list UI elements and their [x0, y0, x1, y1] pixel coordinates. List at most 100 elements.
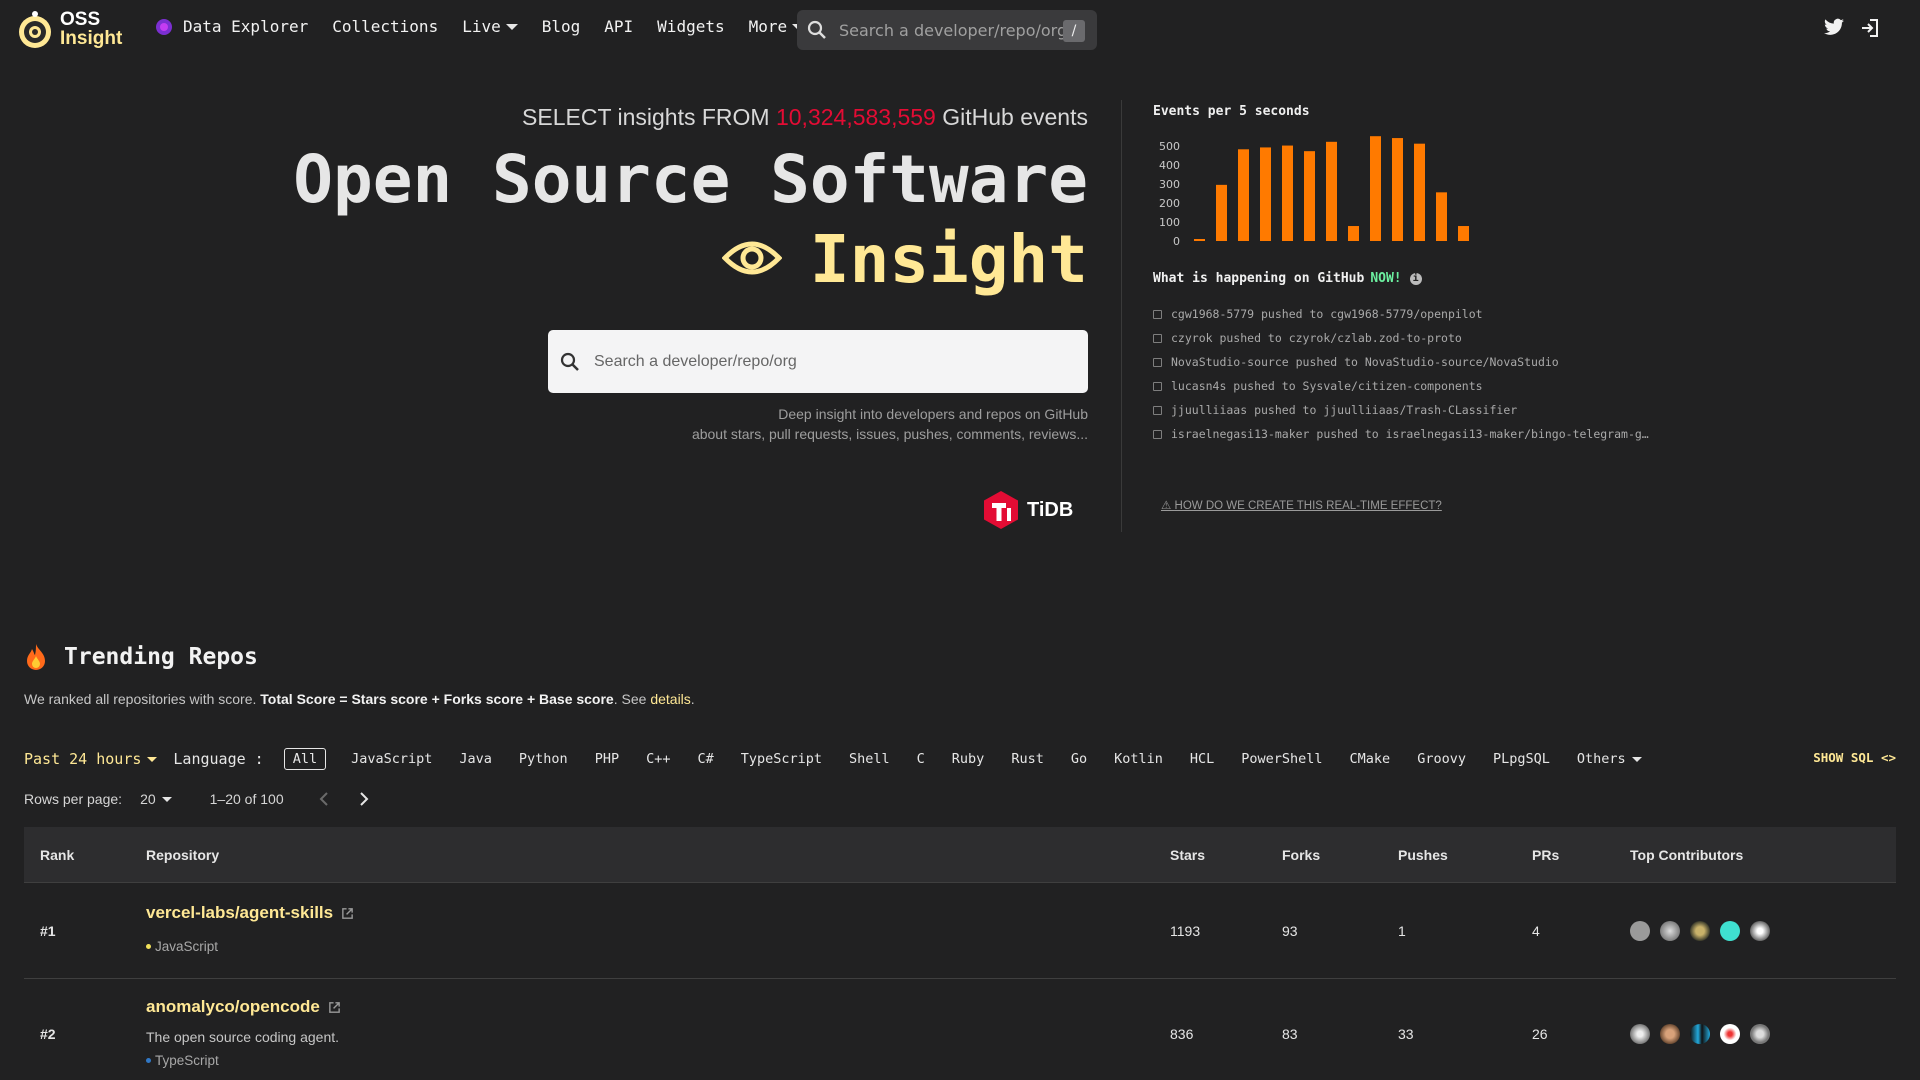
page-range: 1–20 of 100: [209, 791, 284, 807]
nav-data-explorer[interactable]: Data Explorer: [183, 17, 308, 36]
chevron-left-icon: [319, 792, 328, 806]
language-filter-python[interactable]: Python: [511, 749, 576, 769]
repo-link[interactable]: vercel-labs/agent-skills: [146, 903, 354, 923]
push-event-icon: [1153, 333, 1162, 343]
y-tick-label: 0: [1173, 235, 1180, 248]
realtime-effect-link[interactable]: ⚠ HOW DO WE CREATE THIS REAL-TIME EFFECT…: [1161, 498, 1442, 512]
tagline-pre: SELECT insights FROM: [522, 104, 770, 130]
avatar[interactable]: [1690, 920, 1710, 941]
details-link[interactable]: details: [650, 691, 690, 707]
event-bar: [1326, 141, 1337, 241]
language-filter-rust[interactable]: Rust: [1003, 749, 1052, 769]
event-bar: [1260, 147, 1271, 241]
col-rank: Rank: [40, 846, 75, 863]
forks: 93: [1282, 922, 1298, 939]
next-page-button[interactable]: [354, 789, 374, 809]
tidb-link[interactable]: TiDB: [983, 490, 1073, 530]
avatar[interactable]: [1660, 920, 1680, 941]
event-bar: [1216, 184, 1227, 241]
logo-text-oss: OSS: [60, 9, 101, 30]
col-stars: Stars: [1170, 846, 1206, 863]
avatar[interactable]: [1720, 1023, 1740, 1044]
language-filter-c[interactable]: C: [909, 749, 933, 769]
avatar[interactable]: [1690, 1023, 1710, 1044]
chevron-down-icon: [161, 796, 172, 802]
table-header: Rank Repository Stars Forks Pushes PRs T…: [24, 827, 1896, 883]
fire-icon: [27, 644, 45, 670]
live-event-item[interactable]: NovaStudio-source pushed to NovaStudio-s…: [1153, 350, 1673, 374]
repo-language: TypeScript: [146, 1053, 341, 1068]
nav-live[interactable]: Live: [462, 17, 518, 36]
nav-widgets[interactable]: Widgets: [657, 17, 724, 36]
col-pushes: Pushes: [1398, 846, 1448, 863]
table-row: #1 vercel-labs/agent-skills JavaScript 1…: [24, 883, 1896, 979]
avatar[interactable]: [1720, 920, 1740, 941]
rows-per-page-value: 20: [140, 791, 156, 807]
live-event-text: NovaStudio-source pushed to NovaStudio-s…: [1171, 355, 1559, 369]
live-event-item[interactable]: israelnegasi13-maker pushed to israelneg…: [1153, 422, 1673, 446]
search-icon: [807, 20, 826, 39]
prev-page-button[interactable]: [314, 789, 334, 809]
event-bar: [1238, 149, 1249, 241]
language-filter-hcl[interactable]: HCL: [1182, 749, 1222, 769]
avatar[interactable]: [1750, 920, 1770, 941]
language-filter-java[interactable]: Java: [451, 749, 500, 769]
language-filter-others-label: Others: [1576, 751, 1626, 767]
chevron-down-icon: [147, 756, 158, 762]
twitter-icon[interactable]: [1824, 18, 1844, 36]
trending-title-text: Trending Repos: [64, 644, 258, 670]
language-filter-groovy[interactable]: Groovy: [1409, 749, 1474, 769]
live-events-list: cgw1968-5779 pushed to cgw1968-5779/open…: [1153, 302, 1673, 446]
live-event-item[interactable]: jjuulliiaas pushed to jjuulliiaas/Trash-…: [1153, 398, 1673, 422]
rows-per-page-select[interactable]: 20: [140, 791, 172, 807]
show-sql-button[interactable]: SHOW SQL <>: [1813, 750, 1896, 765]
code-icon: <>: [1880, 750, 1896, 765]
trending-desc-end: .: [690, 691, 695, 707]
data-explorer-icon: [156, 18, 172, 35]
event-bar: [1392, 138, 1403, 241]
language-filter-all[interactable]: All: [283, 748, 327, 770]
nav-more[interactable]: More: [749, 17, 805, 36]
language-filter-powershell[interactable]: PowerShell: [1233, 749, 1330, 769]
login-icon[interactable]: [1860, 18, 1880, 38]
y-tick-label: 200: [1159, 197, 1180, 210]
live-event-item[interactable]: cgw1968-5779 pushed to cgw1968-5779/open…: [1153, 302, 1673, 326]
language-filter-javascript[interactable]: JavaScript: [343, 749, 440, 769]
nav-search-input[interactable]: Search a developer/repo/org /: [797, 10, 1097, 50]
language-filter-shell[interactable]: Shell: [841, 749, 898, 769]
language-filter-typescript[interactable]: TypeScript: [733, 749, 830, 769]
push-event-icon: [1153, 381, 1162, 391]
period-select[interactable]: Past 24 hours: [24, 750, 158, 768]
language-filter-go[interactable]: Go: [1063, 749, 1095, 769]
language-filter-kotlin[interactable]: Kotlin: [1106, 749, 1171, 769]
avatar[interactable]: [1630, 920, 1650, 941]
trending-desc-pre: We ranked all repositories with score.: [24, 691, 257, 707]
language-filter-plpgsql[interactable]: PLpgSQL: [1485, 749, 1558, 769]
eye-icon: [721, 241, 782, 275]
language-filter-php[interactable]: PHP: [587, 749, 627, 769]
external-link-icon: [328, 1001, 340, 1013]
hero-title-line1: Open Source Software: [293, 141, 1088, 218]
language-filter-others[interactable]: Others: [1569, 749, 1650, 769]
nav-blog[interactable]: Blog: [542, 17, 581, 36]
oss-insight-logo[interactable]: OSS Insight: [14, 8, 122, 50]
avatar[interactable]: [1630, 1023, 1650, 1044]
avatar[interactable]: [1660, 1023, 1680, 1044]
live-event-item[interactable]: lucasn4s pushed to Sysvale/citizen-compo…: [1153, 374, 1673, 398]
live-event-item[interactable]: czyrok pushed to czyrok/czlab.zod-to-pro…: [1153, 326, 1673, 350]
repo-cell: vercel-labs/agent-skills JavaScript: [146, 903, 354, 954]
language-filter-cmake[interactable]: CMake: [1342, 749, 1399, 769]
nav-api[interactable]: API: [604, 17, 633, 36]
language-filter-ruby[interactable]: Ruby: [944, 749, 993, 769]
hero-search-input[interactable]: Search a developer/repo/org: [548, 330, 1088, 393]
nav-collections[interactable]: Collections: [332, 17, 438, 36]
language-filter-c[interactable]: C#: [689, 749, 721, 769]
info-icon[interactable]: i: [1409, 272, 1422, 285]
prs: 4: [1532, 922, 1540, 939]
repo-link[interactable]: anomalyco/opencode: [146, 997, 341, 1017]
repo-language: JavaScript: [146, 939, 354, 954]
col-prs: PRs: [1532, 846, 1560, 863]
event-bar: [1436, 192, 1447, 241]
avatar[interactable]: [1750, 1023, 1770, 1044]
language-filter-c[interactable]: C++: [638, 749, 678, 769]
